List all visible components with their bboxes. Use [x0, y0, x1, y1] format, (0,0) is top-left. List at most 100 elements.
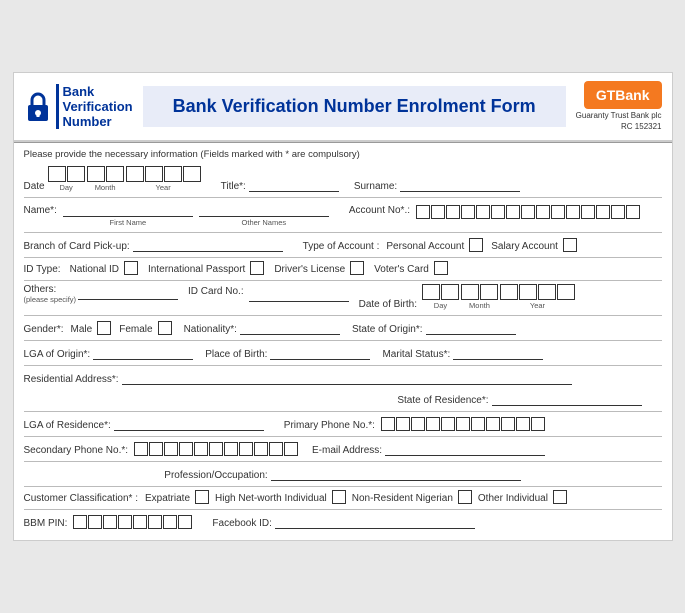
- others-input[interactable]: [78, 284, 178, 300]
- pphone-box-11[interactable]: [531, 417, 545, 431]
- drivers-license-checkbox[interactable]: [350, 261, 364, 275]
- bvn-text: Bank Verification Number: [56, 84, 133, 129]
- dob-year-box2[interactable]: [519, 284, 537, 300]
- acct-box-5[interactable]: [476, 205, 490, 219]
- acct-box-6[interactable]: [491, 205, 505, 219]
- sphone-box-6[interactable]: [209, 442, 223, 456]
- facebook-id-input[interactable]: [275, 513, 475, 529]
- dob-section: Date of Birth: Day M: [359, 284, 575, 310]
- account-type-label: Type of Account :: [303, 241, 380, 252]
- acct-box-4[interactable]: [461, 205, 475, 219]
- drivers-license-label: Driver's License: [274, 264, 345, 275]
- primary-phone-boxes: [381, 417, 545, 431]
- state-of-origin-input[interactable]: [426, 319, 516, 335]
- female-checkbox[interactable]: [158, 321, 172, 335]
- sphone-box-9[interactable]: [254, 442, 268, 456]
- lga-of-origin-input[interactable]: [93, 344, 193, 360]
- pphone-box-3[interactable]: [411, 417, 425, 431]
- sphone-box-8[interactable]: [239, 442, 253, 456]
- acct-box-9[interactable]: [536, 205, 550, 219]
- state-of-residence-label: State of Residence*:: [397, 395, 488, 406]
- acct-box-1[interactable]: [416, 205, 430, 219]
- voters-card-checkbox[interactable]: [434, 261, 448, 275]
- date-day-box1[interactable]: [48, 166, 66, 182]
- acct-box-13[interactable]: [596, 205, 610, 219]
- pphone-box-1[interactable]: [381, 417, 395, 431]
- date-day-box2[interactable]: [67, 166, 85, 182]
- pphone-box-10[interactable]: [516, 417, 530, 431]
- dob-month-box1[interactable]: [461, 284, 479, 300]
- intl-passport-checkbox[interactable]: [250, 261, 264, 275]
- bbm-box-2[interactable]: [88, 515, 102, 529]
- personal-account-checkbox[interactable]: [469, 238, 483, 252]
- dob-day-box1[interactable]: [422, 284, 440, 300]
- national-id-checkbox[interactable]: [124, 261, 138, 275]
- sphone-box-5[interactable]: [194, 442, 208, 456]
- pphone-box-8[interactable]: [486, 417, 500, 431]
- marital-status-input[interactable]: [453, 344, 543, 360]
- bbm-box-5[interactable]: [133, 515, 147, 529]
- title-input[interactable]: [249, 176, 339, 192]
- acct-box-10[interactable]: [551, 205, 565, 219]
- pphone-box-9[interactable]: [501, 417, 515, 431]
- row-residential: Residential Address*:: [24, 369, 662, 385]
- male-checkbox[interactable]: [97, 321, 111, 335]
- expatriate-checkbox[interactable]: [195, 490, 209, 504]
- dob-year-box3[interactable]: [538, 284, 556, 300]
- bvn-number: Number: [63, 114, 133, 129]
- sphone-box-7[interactable]: [224, 442, 238, 456]
- acct-box-2[interactable]: [431, 205, 445, 219]
- dob-year-box1[interactable]: [500, 284, 518, 300]
- surname-input[interactable]: [400, 176, 520, 192]
- sphone-box-10[interactable]: [269, 442, 283, 456]
- row-lga-residence-phone: LGA of Residence*: Primary Phone No.*:: [24, 415, 662, 431]
- pphone-box-7[interactable]: [471, 417, 485, 431]
- bbm-box-4[interactable]: [118, 515, 132, 529]
- dob-day-box2[interactable]: [441, 284, 459, 300]
- non-resident-checkbox[interactable]: [458, 490, 472, 504]
- state-of-residence-input[interactable]: [492, 390, 642, 406]
- sphone-box-4[interactable]: [179, 442, 193, 456]
- bbm-box-1[interactable]: [73, 515, 87, 529]
- bbm-box-7[interactable]: [163, 515, 177, 529]
- sphone-box-2[interactable]: [149, 442, 163, 456]
- pphone-box-5[interactable]: [441, 417, 455, 431]
- acct-box-3[interactable]: [446, 205, 460, 219]
- pphone-box-2[interactable]: [396, 417, 410, 431]
- branch-input[interactable]: [133, 236, 283, 252]
- pphone-box-4[interactable]: [426, 417, 440, 431]
- date-month-box2[interactable]: [106, 166, 124, 182]
- salary-account-checkbox[interactable]: [563, 238, 577, 252]
- dob-year-box4[interactable]: [557, 284, 575, 300]
- pphone-box-6[interactable]: [456, 417, 470, 431]
- dob-month-box2[interactable]: [480, 284, 498, 300]
- date-year-box3[interactable]: [164, 166, 182, 182]
- place-of-birth-input[interactable]: [270, 344, 370, 360]
- date-month-box1[interactable]: [87, 166, 105, 182]
- high-networth-checkbox[interactable]: [332, 490, 346, 504]
- bbm-box-6[interactable]: [148, 515, 162, 529]
- email-input[interactable]: [385, 440, 545, 456]
- acct-box-11[interactable]: [566, 205, 580, 219]
- acct-box-7[interactable]: [506, 205, 520, 219]
- nationality-input[interactable]: [240, 319, 340, 335]
- bbm-box-3[interactable]: [103, 515, 117, 529]
- first-name-input[interactable]: [63, 201, 193, 217]
- date-year-box4[interactable]: [183, 166, 201, 182]
- acct-box-14[interactable]: [611, 205, 625, 219]
- lga-of-residence-input[interactable]: [114, 415, 264, 431]
- bbm-box-8[interactable]: [178, 515, 192, 529]
- acct-box-8[interactable]: [521, 205, 535, 219]
- date-year-box2[interactable]: [145, 166, 163, 182]
- other-names-input[interactable]: [199, 201, 329, 217]
- sphone-box-3[interactable]: [164, 442, 178, 456]
- profession-input[interactable]: [271, 465, 521, 481]
- acct-box-15[interactable]: [626, 205, 640, 219]
- residential-address-input[interactable]: [122, 369, 572, 385]
- other-individual-checkbox[interactable]: [553, 490, 567, 504]
- date-year-box1[interactable]: [126, 166, 144, 182]
- sphone-box-11[interactable]: [284, 442, 298, 456]
- sphone-box-1[interactable]: [134, 442, 148, 456]
- id-card-no-input[interactable]: [249, 286, 349, 302]
- acct-box-12[interactable]: [581, 205, 595, 219]
